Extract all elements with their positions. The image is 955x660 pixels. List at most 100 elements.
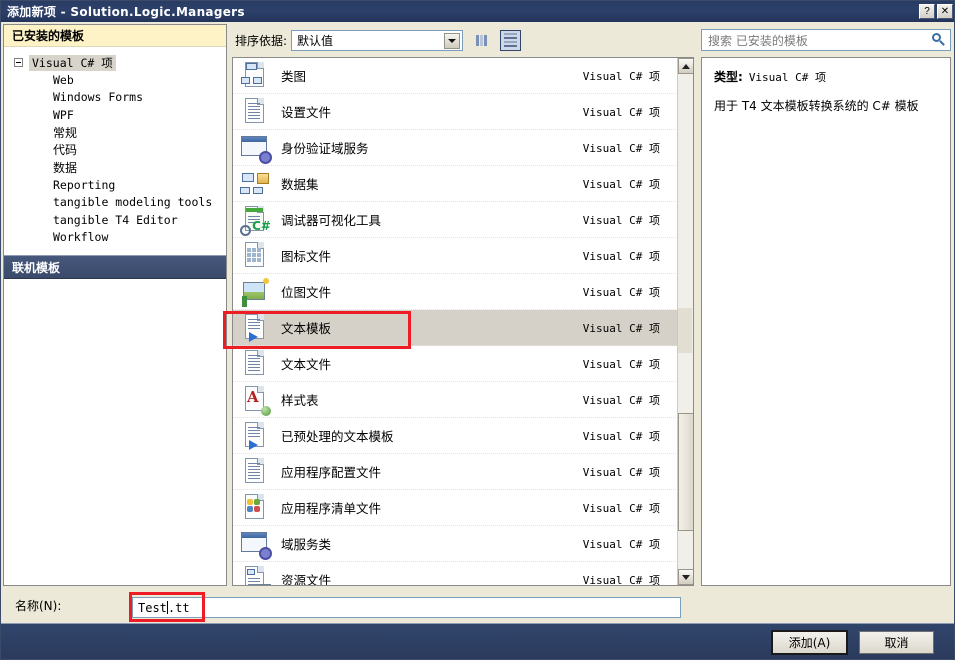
search-input[interactable]: 搜索 已安装的模板 — [701, 29, 951, 51]
tree-item-web[interactable]: Web — [4, 71, 226, 89]
tree-item-workflow[interactable]: Workflow — [4, 229, 226, 247]
table-row-selected[interactable]: 文本模板 Visual C# 项 — [233, 310, 678, 346]
search-placeholder: 搜索 已安装的模板 — [708, 33, 808, 48]
cancel-button[interactable]: 取消 — [859, 631, 934, 654]
template-name: 文本文件 — [281, 357, 332, 372]
table-row[interactable]: 已预处理的文本模板 Visual C# 项 — [233, 418, 678, 454]
tree-item-wpf[interactable]: WPF — [4, 106, 226, 124]
table-row[interactable]: 图标文件 Visual C# 项 — [233, 238, 678, 274]
table-row[interactable]: 位图文件 Visual C# 项 — [233, 274, 678, 310]
table-row[interactable]: 域服务类 Visual C# 项 — [233, 526, 678, 562]
template-list[interactable]: 类图 Visual C# 项 设置文件 Visual C# 项 身份验证域服务 … — [232, 57, 694, 586]
class-diagram-icon — [239, 60, 271, 92]
app-manifest-icon — [239, 492, 271, 524]
template-name: 数据集 — [281, 177, 319, 192]
list-vertical-scrollbar[interactable] — [677, 58, 693, 585]
add-button[interactable]: 添加(A) — [771, 630, 848, 655]
template-kind: Visual C# 项 — [582, 213, 660, 227]
scrollbar-thumb[interactable] — [678, 413, 693, 531]
window-title: 添加新项 - Solution.Logic.Managers — [7, 5, 245, 19]
table-row[interactable]: 数据集 Visual C# 项 — [233, 166, 678, 202]
title-bar-buttons: ? ✕ — [919, 4, 953, 19]
template-name: 资源文件 — [281, 573, 332, 585]
online-templates-section[interactable]: 联机模板 — [4, 255, 226, 279]
template-name: 应用程序清单文件 — [281, 501, 382, 516]
template-kind: Visual C# 项 — [582, 69, 660, 83]
tree-item-reporting[interactable]: Reporting — [4, 176, 226, 194]
template-kind: Visual C# 项 — [582, 429, 660, 443]
template-kind: Visual C# 项 — [582, 249, 660, 263]
template-kind: Visual C# 项 — [582, 105, 660, 119]
template-name: 域服务类 — [281, 537, 332, 552]
table-row[interactable]: 文本文件 Visual C# 项 — [233, 346, 678, 382]
resource-file-icon — [239, 564, 271, 585]
template-name: 应用程序配置文件 — [281, 465, 382, 480]
scroll-up-button[interactable] — [678, 58, 693, 74]
sort-by-dropdown[interactable]: 默认值 — [291, 30, 464, 51]
template-kind: Visual C# 项 — [582, 537, 660, 551]
template-kind: Visual C# 项 — [582, 357, 660, 371]
template-kind: Visual C# 项 — [582, 177, 660, 191]
dataset-icon — [239, 168, 271, 200]
template-name: 图标文件 — [281, 249, 332, 264]
tree-item-windows-forms[interactable]: Windows Forms — [4, 89, 226, 107]
template-description: 用于 T4 文本模板转换系统的 C# 模板 — [714, 99, 919, 113]
add-new-item-dialog: 添加新项 - Solution.Logic.Managers ? ✕ 已安装的模… — [0, 0, 955, 660]
tree-root-label: Visual C# 项 — [29, 54, 116, 71]
template-type-label: 类型: — [714, 70, 743, 84]
debugger-visualizer-icon: C# — [239, 204, 271, 236]
settings-file-icon — [239, 96, 271, 128]
small-icons-view-button[interactable] — [471, 30, 492, 51]
dialog-footer: 添加(A) 取消 — [1, 623, 954, 659]
tree-item-tangible-t4-editor[interactable]: tangible T4 Editor — [4, 211, 226, 229]
text-file-icon — [239, 348, 271, 380]
name-label: 名称(N): — [15, 599, 62, 613]
table-row[interactable]: 身份验证域服务 Visual C# 项 — [233, 130, 678, 166]
tree-item-data[interactable]: 数据 — [4, 159, 226, 177]
help-button[interactable]: ? — [919, 4, 935, 19]
template-info-panel: 类型: Visual C# 项 用于 T4 文本模板转换系统的 C# 模板 — [701, 57, 951, 586]
template-kind: Visual C# 项 — [582, 501, 660, 515]
template-name: 类图 — [281, 69, 307, 84]
chevron-down-icon[interactable] — [444, 33, 461, 49]
template-kind: Visual C# 项 — [582, 285, 660, 299]
template-name: 调试器可视化工具 — [281, 213, 382, 228]
sort-by-value: 默认值 — [297, 34, 334, 48]
table-row[interactable]: 设置文件 Visual C# 项 — [233, 94, 678, 130]
preprocessed-template-icon — [239, 420, 271, 452]
close-icon[interactable]: ✕ — [937, 4, 953, 19]
table-row[interactable]: 资源文件 Visual C# 项 — [233, 562, 678, 585]
grid-icon — [476, 35, 488, 46]
tree-item-general[interactable]: 常规 — [4, 124, 226, 142]
search-icon[interactable] — [929, 31, 947, 49]
scroll-down-button[interactable] — [678, 569, 693, 585]
table-row[interactable]: C# 调试器可视化工具 Visual C# 项 — [233, 202, 678, 238]
template-kind: Visual C# 项 — [582, 393, 660, 407]
title-bar: 添加新项 - Solution.Logic.Managers ? ✕ — [1, 1, 954, 22]
stylesheet-icon: A — [239, 384, 271, 416]
table-row[interactable]: 类图 Visual C# 项 — [233, 58, 678, 94]
domain-service-class-icon — [239, 528, 272, 560]
tree-item-tangible-modeling-tools[interactable]: tangible modeling tools — [4, 194, 226, 212]
table-row[interactable]: 应用程序清单文件 Visual C# 项 — [233, 490, 678, 526]
icon-file-icon — [239, 240, 271, 272]
app-config-icon — [239, 456, 271, 488]
template-type-row: 类型: Visual C# 项 — [714, 68, 938, 85]
name-input[interactable]: Test .tt — [132, 597, 681, 618]
sort-by-label: 排序依据: — [235, 34, 288, 48]
template-kind: Visual C# 项 — [582, 321, 660, 335]
installed-templates-panel: 已安装的模板 Visual C# 项 Web Windows Forms WPF… — [3, 24, 227, 586]
tree-root-visual-csharp[interactable]: Visual C# 项 — [4, 54, 226, 71]
table-row[interactable]: 应用程序配置文件 Visual C# 项 — [233, 454, 678, 490]
installed-templates-header: 已安装的模板 — [4, 25, 226, 47]
template-name: 位图文件 — [281, 285, 332, 300]
template-name: 样式表 — [281, 393, 319, 408]
scrollbar-track-highlight — [678, 308, 692, 353]
table-row[interactable]: A 样式表 Visual C# 项 — [233, 382, 678, 418]
template-kind: Visual C# 项 — [582, 573, 660, 586]
list-view-button[interactable] — [500, 30, 522, 51]
collapse-expander-icon[interactable] — [14, 58, 23, 67]
tree-item-code[interactable]: 代码 — [4, 141, 226, 159]
template-category-tree[interactable]: Visual C# 项 Web Windows Forms WPF 常规 代码 … — [4, 47, 226, 254]
list-toolbar: 排序依据: 默认值 — [229, 24, 694, 57]
